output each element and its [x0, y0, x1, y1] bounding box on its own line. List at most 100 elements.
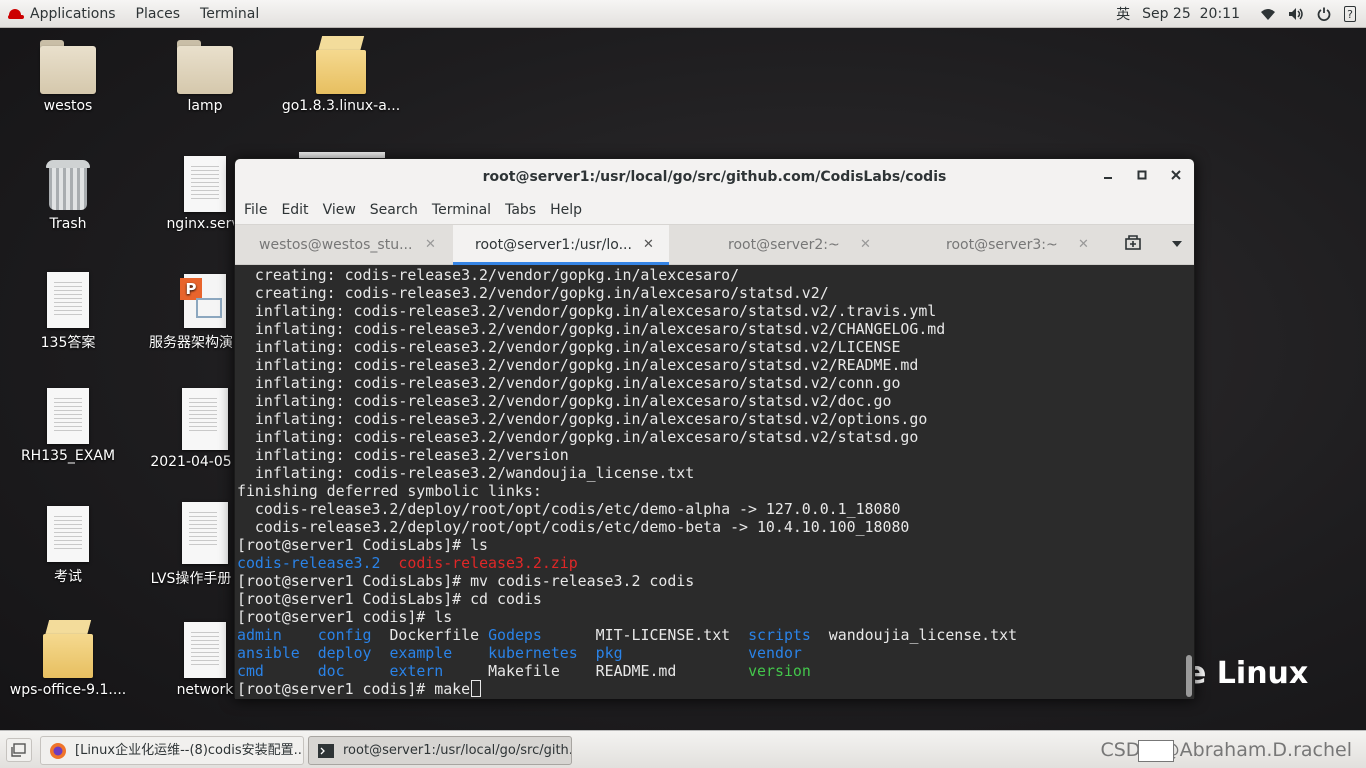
ls-entry: cmd: [237, 662, 264, 680]
minimize-icon[interactable]: [1098, 167, 1118, 187]
desktop-icon-rh135-exam[interactable]: RH135_EXAM: [8, 388, 128, 464]
terminal-line: finishing deferred symbolic links:: [237, 482, 542, 500]
prompt-line[interactable]: [root@server1 codis]# make: [237, 680, 1184, 698]
tab-list-dropdown-icon[interactable]: [1172, 241, 1182, 247]
ls-entry: version: [748, 662, 811, 680]
tab-server2[interactable]: root@server2:~ ✕: [669, 225, 887, 265]
tab-server1[interactable]: root@server1:/usr/lo... ✕: [453, 225, 669, 265]
terminal-line: codis-release3.2/deploy/root/opt/codis/e…: [237, 500, 901, 518]
tab-label: root@server1:/usr/lo...: [475, 237, 632, 253]
tab-close-icon[interactable]: ✕: [425, 225, 436, 265]
terminal-line: [root@server1 CodisLabs]# cd codis: [237, 590, 542, 608]
tab-server3[interactable]: root@server3:~ ✕: [887, 225, 1105, 265]
terminal-line: [root@server1 CodisLabs]# mv codis-relea…: [237, 572, 695, 590]
desktop-background-logo: e Linux: [1186, 656, 1309, 691]
terminal-line: creating: codis-release3.2/vendor/gopkg.…: [237, 284, 829, 302]
menu-terminal[interactable]: Terminal: [425, 202, 498, 218]
desktop-icon-exam[interactable]: 考试: [8, 506, 128, 586]
menu-edit[interactable]: Edit: [274, 202, 315, 218]
places-menu[interactable]: Places: [126, 0, 191, 28]
ls-entry: admin: [237, 626, 282, 644]
menu-search[interactable]: Search: [363, 202, 425, 218]
power-icon[interactable]: [1316, 6, 1332, 22]
desktop-icon-label: 考试: [54, 569, 82, 585]
ls-entry: README.md: [595, 662, 677, 680]
ls-output-line: ansible deploy example kubernetes pkg ve…: [237, 644, 1184, 662]
ls-entry: Makefile: [488, 662, 560, 680]
ls-entry: doc: [317, 662, 345, 680]
taskbar-item-label: [Linux企业化运维--(8)codis安装配置...: [75, 743, 304, 758]
tab-label: westos@westos_stu...: [259, 237, 413, 253]
clock[interactable]: Sep 25 20:11: [1142, 6, 1240, 22]
taskbar-item-firefox[interactable]: [Linux企业化运维--(8)codis安装配置...: [40, 736, 304, 765]
terminal-line: inflating: codis-release3.2/vendor/gopkg…: [237, 302, 937, 320]
applications-menu[interactable]: Applications: [0, 0, 126, 28]
window-titlebar[interactable]: root@server1:/usr/local/go/src/github.co…: [235, 159, 1194, 195]
firefox-icon: [50, 743, 66, 759]
menu-view[interactable]: View: [316, 202, 363, 218]
show-desktop-button[interactable]: [6, 738, 32, 762]
terminal-line: inflating: codis-release3.2/vendor/gopkg…: [237, 374, 901, 392]
ls-output-line: codis-release3.2 codis-release3.2.zip: [237, 554, 1184, 572]
tab-close-icon[interactable]: ✕: [1078, 225, 1089, 265]
terminal-line: creating: codis-release3.2/vendor/gopkg.…: [237, 266, 740, 284]
ls-entry: vendor: [748, 644, 802, 662]
terminal-line: inflating: codis-release3.2/vendor/gopkg…: [237, 428, 919, 446]
terminal-scrollbar[interactable]: [1182, 265, 1194, 699]
terminal-app-menu[interactable]: Terminal: [190, 0, 269, 28]
maximize-icon[interactable]: [1132, 167, 1152, 187]
archive-icon: [314, 36, 368, 94]
ls-entry: ansible: [237, 644, 300, 662]
terminal-line: [root@server1 CodisLabs]# ls: [237, 536, 489, 554]
terminal-icon: [318, 744, 334, 758]
show-desktop-icon: [11, 743, 26, 757]
terminal-app-label: Terminal: [200, 5, 260, 22]
desktop-icon-trash[interactable]: Trash: [8, 158, 128, 232]
tab-westos[interactable]: westos@westos_stu... ✕: [235, 225, 453, 265]
desktop-icon-label: RH135_EXAM: [20, 448, 116, 464]
input-method-indicator[interactable]: 英: [1116, 4, 1130, 24]
help-icon[interactable]: ?: [1344, 6, 1356, 22]
scrollbar-thumb[interactable]: [1186, 655, 1192, 697]
volume-icon[interactable]: [1288, 6, 1304, 22]
text-document-icon: [184, 156, 226, 212]
shell-prompt: [root@server1 codis]#: [237, 680, 435, 698]
window-menubar: File Edit View Search Terminal Tabs Help: [235, 195, 1194, 225]
close-icon[interactable]: [1166, 167, 1186, 187]
desktop-icon-wps-office[interactable]: wps-office-9.1....: [8, 620, 128, 698]
text-document-icon: [47, 506, 89, 562]
terminal-line: inflating: codis-release3.2/vendor/gopkg…: [237, 338, 901, 356]
tab-close-icon[interactable]: ✕: [643, 225, 654, 265]
presentation-icon: P: [180, 272, 230, 328]
terminal-window[interactable]: root@server1:/usr/local/go/src/github.co…: [234, 158, 1195, 699]
terminal-line: codis-release3.2/deploy/root/opt/codis/e…: [237, 518, 910, 536]
menu-help[interactable]: Help: [543, 202, 589, 218]
workspace-switcher[interactable]: [1138, 740, 1174, 762]
text-document-icon: [184, 622, 226, 678]
desktop-icon-label: LVS操作手册: [150, 571, 232, 587]
menu-tabs[interactable]: Tabs: [498, 202, 543, 218]
tab-close-icon[interactable]: ✕: [860, 225, 871, 265]
ls-dir-entry: codis-release3.2: [237, 554, 381, 572]
desktop-icon-label: go1.8.3.linux-a...: [281, 98, 401, 114]
desktop-icon-135-answers[interactable]: 135答案: [8, 272, 128, 352]
places-label: Places: [135, 5, 181, 22]
desktop-icon-label: 2021-04-05: [150, 454, 232, 470]
ls-entry: scripts: [748, 626, 811, 644]
text-document-icon: [47, 388, 89, 444]
menu-file[interactable]: File: [237, 202, 274, 218]
wifi-icon[interactable]: [1260, 6, 1276, 22]
desktop-icon-westos[interactable]: westos: [8, 40, 128, 114]
taskbar-item-label: root@server1:/usr/local/go/src/gith...: [343, 743, 572, 758]
desktop-icon-label: Trash: [49, 216, 87, 232]
ls-entry: deploy: [317, 644, 372, 662]
document-icon: [182, 388, 228, 450]
terminal-output[interactable]: creating: codis-release3.2/vendor/gopkg.…: [235, 265, 1184, 699]
terminal-line: inflating: codis-release3.2/vendor/gopkg…: [237, 410, 928, 428]
ls-entry: extern: [389, 662, 444, 680]
taskbar-item-terminal[interactable]: root@server1:/usr/local/go/src/gith...: [308, 736, 572, 765]
command-input[interactable]: make: [434, 680, 470, 698]
new-tab-icon[interactable]: [1124, 235, 1144, 255]
desktop-icon-go-archive[interactable]: go1.8.3.linux-a...: [281, 36, 401, 114]
desktop-icon-lamp[interactable]: lamp: [145, 40, 265, 114]
